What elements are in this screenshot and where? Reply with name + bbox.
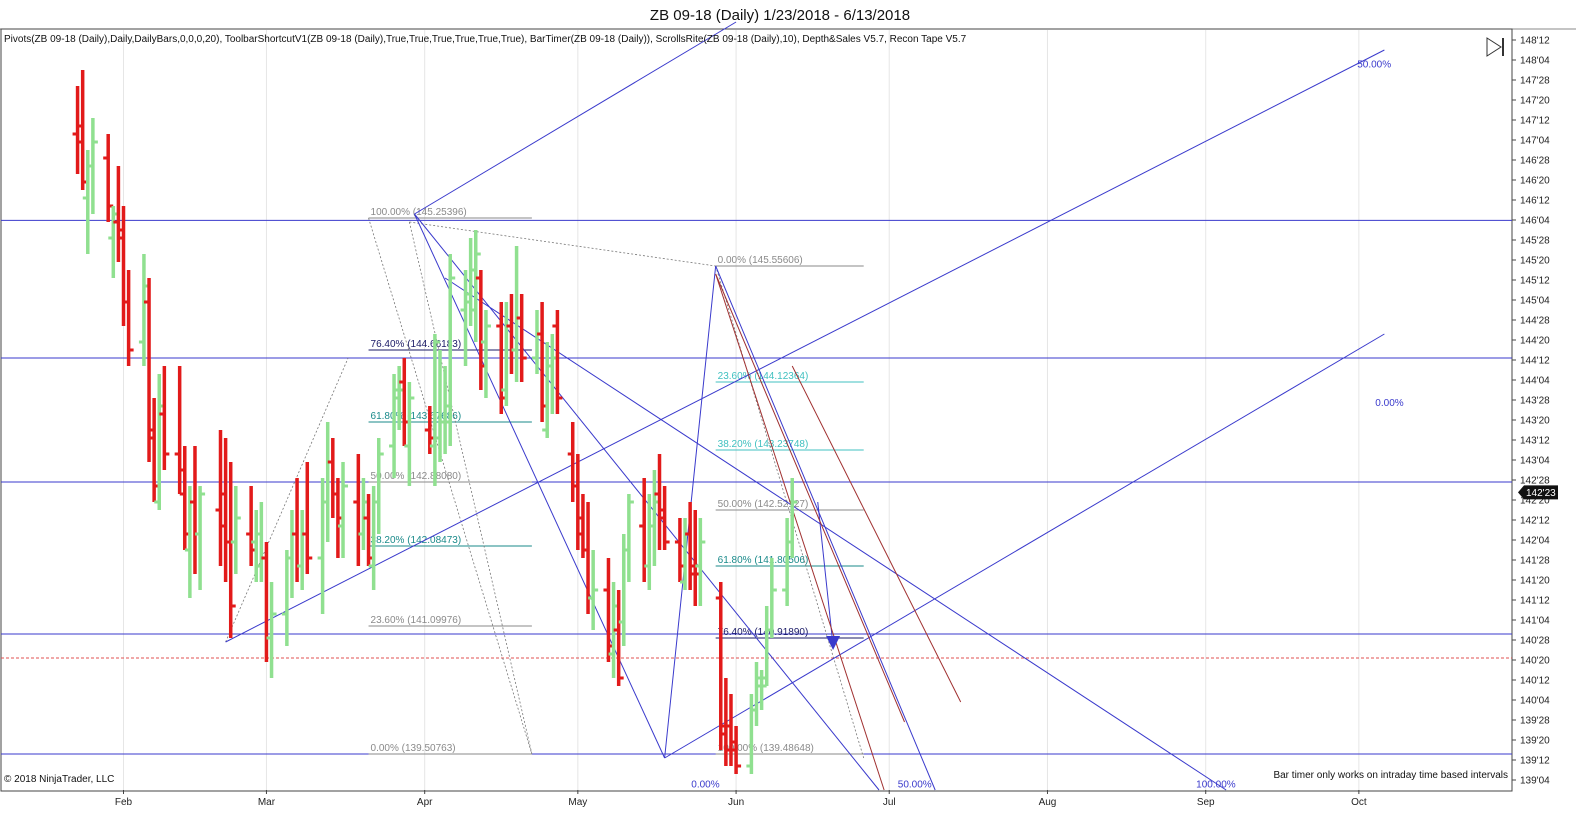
y-tick-label: 146'12 bbox=[1520, 196, 1550, 207]
y-tick-label: 148'04 bbox=[1520, 56, 1550, 67]
y-axis-ticks: 148'12 148'04 147'28 147'20 147'12 147'04 146'… bbox=[1512, 36, 1550, 787]
y-tick-label: 141'04 bbox=[1520, 616, 1550, 627]
y-tick-label: 146'20 bbox=[1520, 176, 1550, 187]
fib-level-label: 23.60% (141.09976) bbox=[371, 615, 462, 626]
fib-level-label: 76.40% (140.91890) bbox=[718, 627, 809, 638]
price-bars[interactable] bbox=[72, 70, 798, 774]
fib-level-label: 50.00% (142.88080) bbox=[371, 471, 462, 482]
pitchfork-line bbox=[791, 365, 962, 703]
y-tick-label: 143'12 bbox=[1520, 436, 1550, 447]
y-tick-label: 143'28 bbox=[1520, 396, 1550, 407]
x-tick-label: Sep bbox=[1197, 797, 1215, 808]
y-tick-label: 147'28 bbox=[1520, 76, 1550, 87]
y-tick-label: 143'20 bbox=[1520, 416, 1550, 427]
current-price-tag: 142'23 bbox=[1518, 485, 1558, 500]
bar-timer-note: Bar timer only works on intraday time ba… bbox=[1273, 770, 1508, 781]
y-tick-label: 148'12 bbox=[1520, 36, 1550, 47]
trend-line bbox=[414, 213, 666, 759]
y-tick-label: 146'04 bbox=[1520, 216, 1550, 227]
x-tick-label: Mar bbox=[258, 797, 276, 808]
y-tick-label: 144'20 bbox=[1520, 336, 1550, 347]
chart-title: ZB 09-18 (Daily) 1/23/2018 - 6/13/2018 bbox=[650, 7, 910, 24]
fib-level-label: 100.00% (145.25396) bbox=[371, 207, 467, 218]
trend-line bbox=[715, 265, 936, 791]
scroll-shortcut-icon[interactable] bbox=[1486, 37, 1504, 57]
pitchfork-line bbox=[715, 273, 905, 723]
dashed-guide-line bbox=[409, 221, 716, 267]
trend-line bbox=[444, 277, 1227, 791]
y-tick-label: 144'04 bbox=[1520, 376, 1550, 387]
channel-percent-label: 50.00% bbox=[1357, 60, 1391, 71]
chart-window: ZB 09-18 (Daily) 1/23/2018 - 6/13/2018 1… bbox=[0, 0, 1576, 835]
y-tick-label: 145'12 bbox=[1520, 276, 1550, 287]
y-tick-label: 140'12 bbox=[1520, 676, 1550, 687]
trend-line bbox=[414, 21, 737, 215]
y-tick-label: 139'28 bbox=[1520, 716, 1550, 727]
fibonacci-levels: 100.00% (145.25396) 76.40% (144.66183) 61.… bbox=[368, 207, 864, 755]
y-tick-label: 140'20 bbox=[1520, 656, 1550, 667]
chart-canvas[interactable]: ZB 09-18 (Daily) 1/23/2018 - 6/13/2018 1… bbox=[0, 0, 1576, 835]
y-tick-label: 145'20 bbox=[1520, 256, 1550, 267]
fib-level-label: 38.20% (143.23748) bbox=[718, 439, 809, 450]
y-tick-label: 145'04 bbox=[1520, 296, 1550, 307]
x-tick-label: Jun bbox=[728, 797, 744, 808]
copyright-text: © 2018 NinjaTrader, LLC bbox=[4, 774, 114, 785]
indicator-list: Pivots(ZB 09-18 (Daily),Daily,DailyBars,… bbox=[4, 34, 967, 45]
trend-line bbox=[817, 501, 834, 647]
trend-line bbox=[414, 213, 880, 791]
channel-percent-label: 100.00% bbox=[1196, 780, 1236, 791]
y-tick-label: 139'12 bbox=[1520, 756, 1550, 767]
x-tick-label: Jul bbox=[883, 797, 896, 808]
y-tick-label: 147'04 bbox=[1520, 136, 1550, 147]
y-tick-label: 141'12 bbox=[1520, 596, 1550, 607]
channel-percent-label: 0.00% bbox=[1375, 398, 1403, 409]
y-tick-label: 145'28 bbox=[1520, 236, 1550, 247]
y-tick-label: 144'12 bbox=[1520, 356, 1550, 367]
y-tick-label: 141'28 bbox=[1520, 556, 1550, 567]
current-price-label: 142'23 bbox=[1526, 488, 1556, 499]
fib-level-label: 23.60% (144.12364) bbox=[718, 371, 809, 382]
y-tick-label: 143'04 bbox=[1520, 456, 1550, 467]
y-tick-label: 141'20 bbox=[1520, 576, 1550, 587]
x-tick-label: Feb bbox=[115, 797, 133, 808]
trend-line bbox=[664, 333, 1385, 759]
fib-level-label: 0.00% (145.55606) bbox=[718, 255, 803, 266]
x-tick-label: Oct bbox=[1351, 797, 1367, 808]
y-tick-label: 139'04 bbox=[1520, 776, 1550, 787]
y-tick-label: 139'20 bbox=[1520, 736, 1550, 747]
y-tick-label: 140'04 bbox=[1520, 696, 1550, 707]
y-tick-label: 142'04 bbox=[1520, 536, 1550, 547]
gridlines bbox=[123, 30, 1360, 790]
channel-percent-label: 50.00% bbox=[898, 780, 932, 791]
x-tick-label: May bbox=[568, 797, 587, 808]
x-axis-ticks: Feb Mar Apr May Jun Jul Aug Sep Oct bbox=[115, 790, 1367, 808]
channel-percent-label: 0.00% bbox=[691, 780, 719, 791]
fib-level-label: 61.80% (143.67686) bbox=[371, 411, 462, 422]
y-tick-label: 144'28 bbox=[1520, 316, 1550, 327]
fib-level-label: 61.80% (141.80506) bbox=[718, 555, 809, 566]
y-tick-label: 140'28 bbox=[1520, 636, 1550, 647]
x-tick-label: Aug bbox=[1039, 797, 1057, 808]
y-tick-label: 147'20 bbox=[1520, 96, 1550, 107]
fib-level-label: 76.40% (144.66183) bbox=[371, 339, 462, 350]
x-tick-label: Apr bbox=[417, 797, 433, 808]
y-tick-label: 147'12 bbox=[1520, 116, 1550, 127]
y-tick-label: 142'12 bbox=[1520, 516, 1550, 527]
y-tick-label: 146'28 bbox=[1520, 156, 1550, 167]
y-tick-label: 142'28 bbox=[1520, 476, 1550, 487]
fib-level-label: 0.00% (139.50763) bbox=[371, 743, 456, 754]
